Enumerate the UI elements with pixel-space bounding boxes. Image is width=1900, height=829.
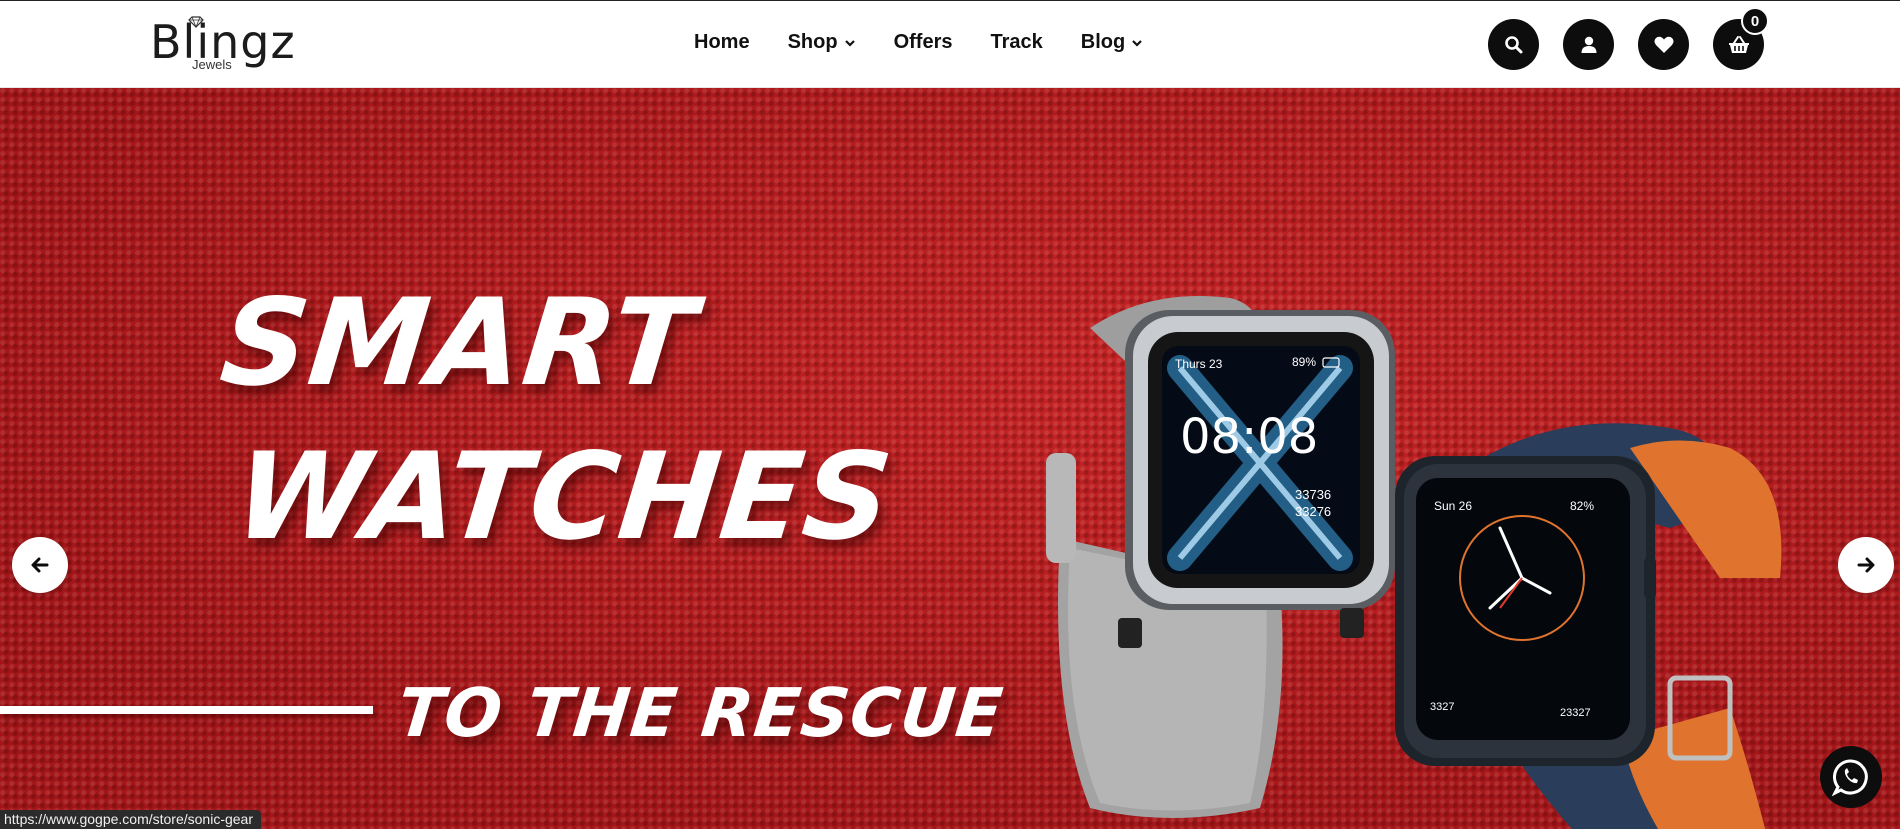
nav-label: Offers [893,31,953,53]
basket-icon [1728,35,1749,53]
cart-count-badge: 0 [1741,7,1769,35]
arrow-right-icon [1857,557,1875,573]
whatsapp-icon [1832,759,1868,796]
watch2-date: Sun 26 [1434,499,1472,513]
nav-item-offers[interactable]: Offers [894,31,953,54]
cart-button[interactable]: 0 [1713,7,1769,70]
watch1-steps: 33736 [1295,487,1331,502]
nav-item-home[interactable]: Home [694,31,750,54]
watch1-date: Thurs 23 [1175,357,1223,371]
nav-label: Blog [1080,31,1126,53]
hero-divider [0,706,373,714]
carousel-next-button[interactable] [1838,537,1894,593]
account-button[interactable] [1563,19,1614,70]
chevron-down-icon [844,39,855,47]
nav-label: Shop [787,31,838,53]
watch1-time: 08:08 [1180,409,1318,465]
search-button[interactable] [1488,19,1539,70]
watch1-battery: 89% [1292,355,1316,369]
user-icon [1581,36,1596,53]
nav-label: Home [694,31,750,53]
search-icon [1504,35,1522,53]
site-header: Blingz Jewels Home Shop Offers Track Blo… [0,0,1900,88]
watch2-stat-right: 23327 [1560,707,1591,719]
wishlist-button[interactable] [1638,19,1689,70]
nav-item-track[interactable]: Track [990,31,1042,54]
watch1-stat: 33276 [1295,504,1331,519]
carousel-prev-button[interactable] [12,537,68,593]
arrow-left-icon [31,557,49,573]
main-nav: Home Shop Offers Track Blog [694,31,1181,54]
hero-slider: SMART WATCHES TO THE RESCUE Thurs 23 89%… [0,88,1900,829]
page: Blingz Jewels Home Shop Offers Track Blo… [0,0,1900,829]
hero-title-line2: WATCHES [228,428,899,567]
chevron-down-icon [1132,39,1142,47]
nav-item-shop[interactable]: Shop [788,31,856,54]
heart-icon [1654,36,1673,53]
brand-subtitle: Jewels [192,57,232,72]
smartwatches-image: Thurs 23 89% 08:08 33736 33276 Sun 26 82… [1046,296,1782,829]
hero-title-line1: SMART [214,274,702,413]
watch2-battery: 82% [1570,499,1594,513]
brand-logo[interactable]: Blingz Jewels [150,13,295,73]
nav-label: Track [990,31,1043,53]
diamond-icon [188,16,204,28]
watch2-stat-left: 3327 [1430,701,1454,713]
status-bar-url: https://www.gogpe.com/store/sonic-gear [0,810,262,829]
nav-item-blog[interactable]: Blog [1081,31,1143,54]
hero-subtitle: TO THE RESCUE [393,674,1007,752]
whatsapp-chat-button[interactable] [1820,746,1882,808]
